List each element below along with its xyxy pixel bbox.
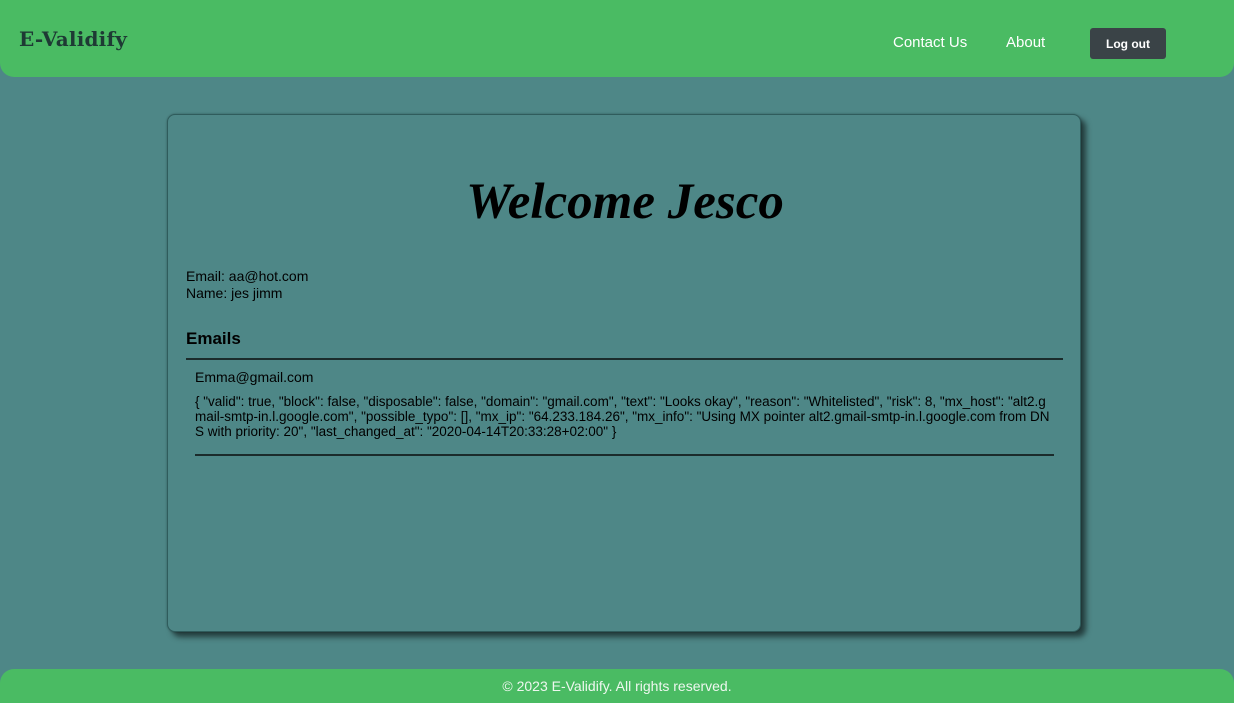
logout-button[interactable]: Log out [1090, 28, 1166, 59]
email-list-item: Emma@gmail.com { "valid": true, "block":… [195, 369, 1054, 439]
user-email: Email: aa@hot.com [186, 268, 309, 284]
welcome-heading: Welcome Jesco [466, 174, 784, 230]
navbar: E-Validify Contact Us About Log out [0, 0, 1234, 77]
page: E-Validify Contact Us About Log out Welc… [0, 0, 1234, 703]
profile-card: Welcome Jesco Email: aa@hot.com Name: je… [167, 114, 1081, 632]
email-item-divider [195, 454, 1054, 456]
nav-link-about[interactable]: About [1006, 34, 1045, 51]
brand-logo[interactable]: E-Validify [19, 27, 127, 51]
nav-link-contact-us[interactable]: Contact Us [893, 34, 967, 51]
footer-copyright: © 2023 E-Validify. All rights reserved. [502, 678, 732, 694]
emails-heading: Emails [186, 329, 241, 348]
email-validation-result: { "valid": true, "block": false, "dispos… [195, 394, 1050, 439]
user-name: Name: jes jimm [186, 285, 283, 301]
footer: © 2023 E-Validify. All rights reserved. [0, 669, 1234, 703]
email-address: Emma@gmail.com [195, 369, 314, 385]
emails-divider [186, 358, 1063, 360]
